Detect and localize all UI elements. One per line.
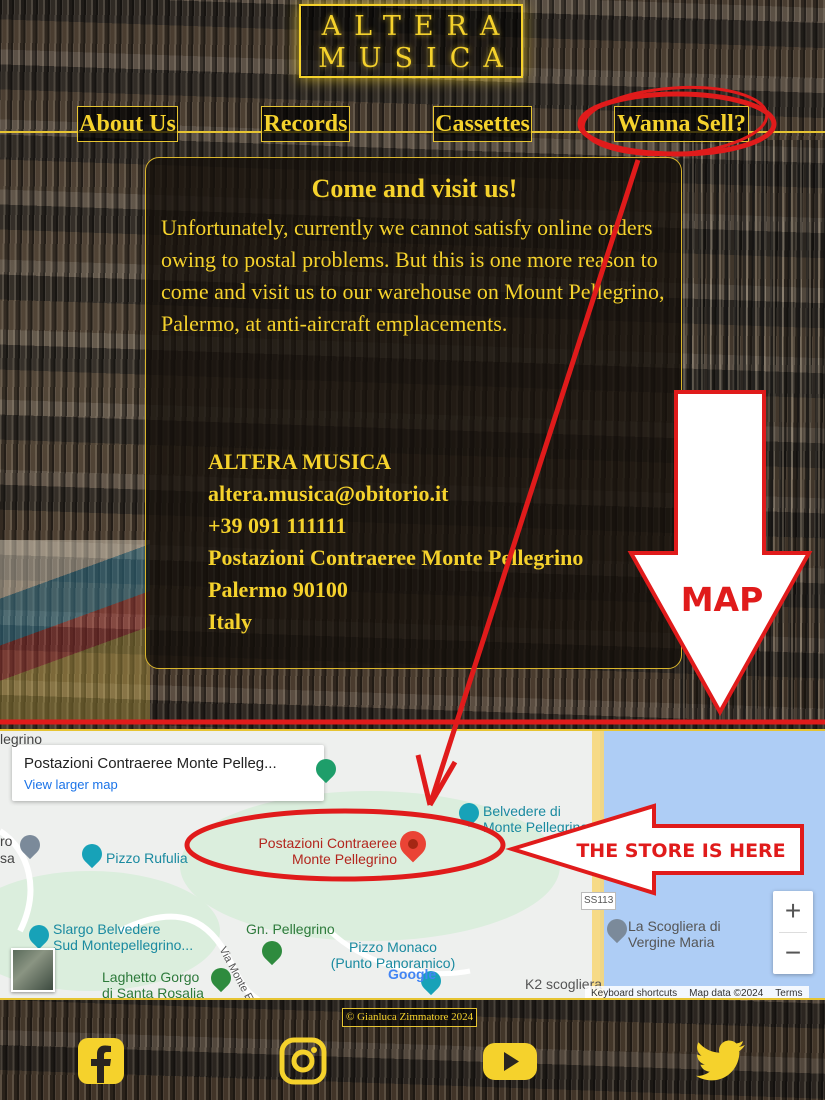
zoom-in-button[interactable]: + [773, 891, 813, 931]
terms-link[interactable]: Terms [775, 988, 802, 998]
background-records-shelf [680, 140, 825, 720]
map-zoom-controls: + − [773, 891, 813, 974]
contact-email[interactable]: altera.musica@obitorio.it [208, 478, 678, 510]
contact-address: Postazioni Contraeree Monte Pellegrino [208, 545, 584, 570]
map-place-title: Postazioni Contraeree Monte Pelleg... [24, 755, 277, 772]
poi-scogliera[interactable]: La Scogliera di Vergine Maria [628, 918, 721, 950]
poi-laghetto-line1: Laghetto Gorgo [102, 969, 200, 985]
google-logo: Google [388, 966, 437, 982]
map-place-card: Postazioni Contraeree Monte Pelleg... Vi… [12, 745, 324, 801]
poi-slargo-belvedere[interactable]: Slargo Belvedere Sud Montepellegrino... [53, 921, 193, 953]
nav-cassettes[interactable]: Cassettes [433, 106, 532, 142]
pin-label: Postazioni Contraeree Monte Pellegrino [247, 835, 397, 867]
map-edge-label: sa [0, 850, 15, 866]
contact-country: Italy [208, 609, 252, 634]
poi-pizzo-rufulia[interactable]: Pizzo Rufulia [106, 850, 188, 866]
pin-label-line2: Monte Pellegrino [291, 851, 397, 867]
poi-scogliera-line2: Vergine Maria [628, 934, 715, 950]
map-edge-label: ro [0, 833, 13, 849]
nav-about-us[interactable]: About Us [77, 106, 178, 142]
poi-gn-pellegrino[interactable]: Gn. Pellegrino [246, 921, 335, 937]
poi-laghetto-line2: di Santa Rosalia [102, 985, 204, 1000]
nav-wanna-sell[interactable]: Wanna Sell? [614, 106, 749, 142]
view-larger-map-link[interactable]: View larger map [24, 777, 118, 792]
contact-name: ALTERA MUSICA [208, 449, 392, 474]
pin-label-line1: Postazioni Contraeree [258, 835, 397, 851]
contact-phone[interactable]: +39 091 111111 [208, 510, 678, 542]
visit-title: Come and visit us! [311, 174, 518, 203]
poi-belvedere-line2: Monte Pellegrino [483, 819, 589, 835]
map-edge-label: legrino [0, 731, 43, 747]
logo-line-2: MUSICA [318, 43, 516, 74]
poi-monaco-line1: Pizzo Monaco [349, 939, 437, 955]
zoom-out-button[interactable]: − [773, 933, 813, 973]
youtube-icon[interactable] [482, 1037, 538, 1085]
poi-slargo-line2: Sud Montepellegrino... [53, 937, 194, 953]
visit-card: Come and visit us! Unfortunately, curren… [145, 157, 682, 669]
poi-slargo-line1: Slargo Belvedere [53, 921, 161, 937]
nav-records[interactable]: Records [261, 106, 350, 142]
keyboard-shortcuts-link[interactable]: Keyboard shortcuts [591, 988, 677, 998]
contact-city: Palermo 90100 [208, 577, 348, 602]
site-logo[interactable]: ALTERA MUSICA [299, 4, 523, 78]
poi-scogliera-line1: La Scogliera di [628, 918, 721, 934]
visit-text: Unfortunately, currently we cannot satis… [161, 215, 665, 336]
twitter-icon[interactable] [695, 1037, 747, 1085]
satellite-toggle[interactable] [11, 948, 55, 992]
instagram-icon[interactable] [279, 1037, 327, 1085]
map-footer: Keyboard shortcuts Map data ©2024 Terms [585, 986, 809, 999]
logo-line-1: ALTERA [321, 11, 513, 42]
embedded-map[interactable]: Postazioni Contraeree Monte Pelleg... Vi… [0, 729, 825, 1000]
background-records-cover [0, 540, 150, 720]
poi-belvedere-line1: Belvedere di [483, 803, 561, 819]
road-badge-ss113: SS113 [581, 892, 617, 910]
copyright-notice: © Gianluca Zimmatore 2024 [342, 1008, 478, 1027]
poi-belvedere[interactable]: Belvedere di Monte Pellegrino [483, 803, 588, 835]
map-data-label: Map data ©2024 [689, 988, 764, 999]
poi-laghetto-gorgo[interactable]: Laghetto Gorgo di Santa Rosalia [102, 969, 204, 1000]
facebook-icon[interactable] [77, 1037, 125, 1085]
contact-block: ALTERA MUSICA altera.musica@obitorio.it … [208, 446, 678, 638]
